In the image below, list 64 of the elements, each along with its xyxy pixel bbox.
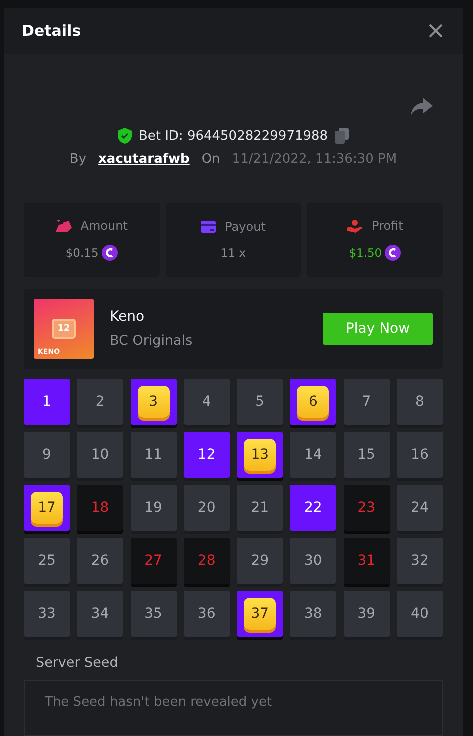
- tile-number: 4: [202, 394, 212, 410]
- share-icon[interactable]: [411, 98, 433, 116]
- tile-number: 19: [144, 500, 162, 516]
- stat-label: Payout: [225, 220, 266, 234]
- stat-label: Amount: [80, 219, 128, 233]
- copy-icon[interactable]: [335, 128, 350, 144]
- server-seed-label: Server Seed: [36, 655, 120, 671]
- tile-number: 38: [304, 606, 322, 622]
- tile-number: 35: [144, 606, 162, 622]
- stat-value: $1.50: [349, 246, 382, 260]
- tile-number: 3: [138, 386, 170, 418]
- tile-number: 39: [358, 606, 376, 622]
- tile-number: 13: [244, 439, 276, 471]
- tile-number: 7: [362, 394, 372, 410]
- bet-id: Bet ID: 96445028229971988: [138, 128, 328, 144]
- on-label: On: [202, 152, 220, 167]
- server-seed-field: The Seed hasn't been revealed yet: [24, 680, 443, 736]
- tile-number: 6: [297, 386, 330, 418]
- tile-number: 2: [96, 394, 105, 410]
- tile-number: 40: [411, 606, 429, 622]
- tile-number: 26: [91, 553, 110, 569]
- tile-number: 34: [91, 606, 110, 622]
- tile-number: 23: [358, 500, 376, 516]
- tile-number: 27: [144, 553, 162, 569]
- game-name: Keno: [110, 309, 146, 325]
- hand-person-icon: [347, 220, 364, 232]
- tile-number: 37: [244, 598, 276, 630]
- coins-icon: [56, 220, 72, 232]
- tile-number: 11: [144, 447, 162, 463]
- tile-number: 36: [198, 606, 216, 622]
- username-link[interactable]: xacutarafwb: [98, 152, 190, 167]
- tile-number: 17: [31, 492, 63, 524]
- tile-number: 29: [251, 553, 270, 569]
- bet-date: 11/21/2022, 11:36:30 PM: [232, 152, 398, 167]
- tile-number: 14: [304, 447, 322, 463]
- tile-number: 33: [38, 606, 56, 622]
- stat-value: 11 x: [220, 246, 246, 260]
- tile-number: 9: [42, 447, 52, 463]
- stat-value: $0.15: [66, 246, 99, 260]
- stat-label: Profit: [372, 219, 404, 233]
- tile-number: 28: [198, 553, 216, 569]
- game-provider: BC Originals: [110, 333, 194, 349]
- tile-number: 16: [411, 447, 429, 463]
- close-icon[interactable]: [429, 24, 443, 38]
- by-label: By: [70, 152, 87, 167]
- tile-number: 10: [91, 447, 110, 463]
- tile-number: 30: [304, 553, 322, 569]
- tile-number: 21: [251, 500, 270, 516]
- tile-number: 32: [411, 553, 429, 569]
- tile-number: 31: [358, 553, 376, 569]
- thumb-number: 12: [52, 319, 76, 339]
- tile-number: 20: [198, 500, 216, 516]
- tile-number: 24: [411, 500, 429, 516]
- play-now-button[interactable]: Play Now: [323, 313, 433, 345]
- card-icon: [201, 221, 216, 233]
- tile-number: 12: [198, 447, 216, 463]
- modal-title: Details: [22, 22, 82, 40]
- tile-number: 5: [256, 394, 265, 410]
- tile-number: 25: [38, 553, 56, 569]
- tile-number: 1: [42, 394, 52, 410]
- tile-number: 22: [304, 500, 322, 516]
- tile-number: 8: [416, 394, 424, 410]
- tile-number: 15: [358, 447, 376, 463]
- tile-number: 18: [91, 500, 110, 516]
